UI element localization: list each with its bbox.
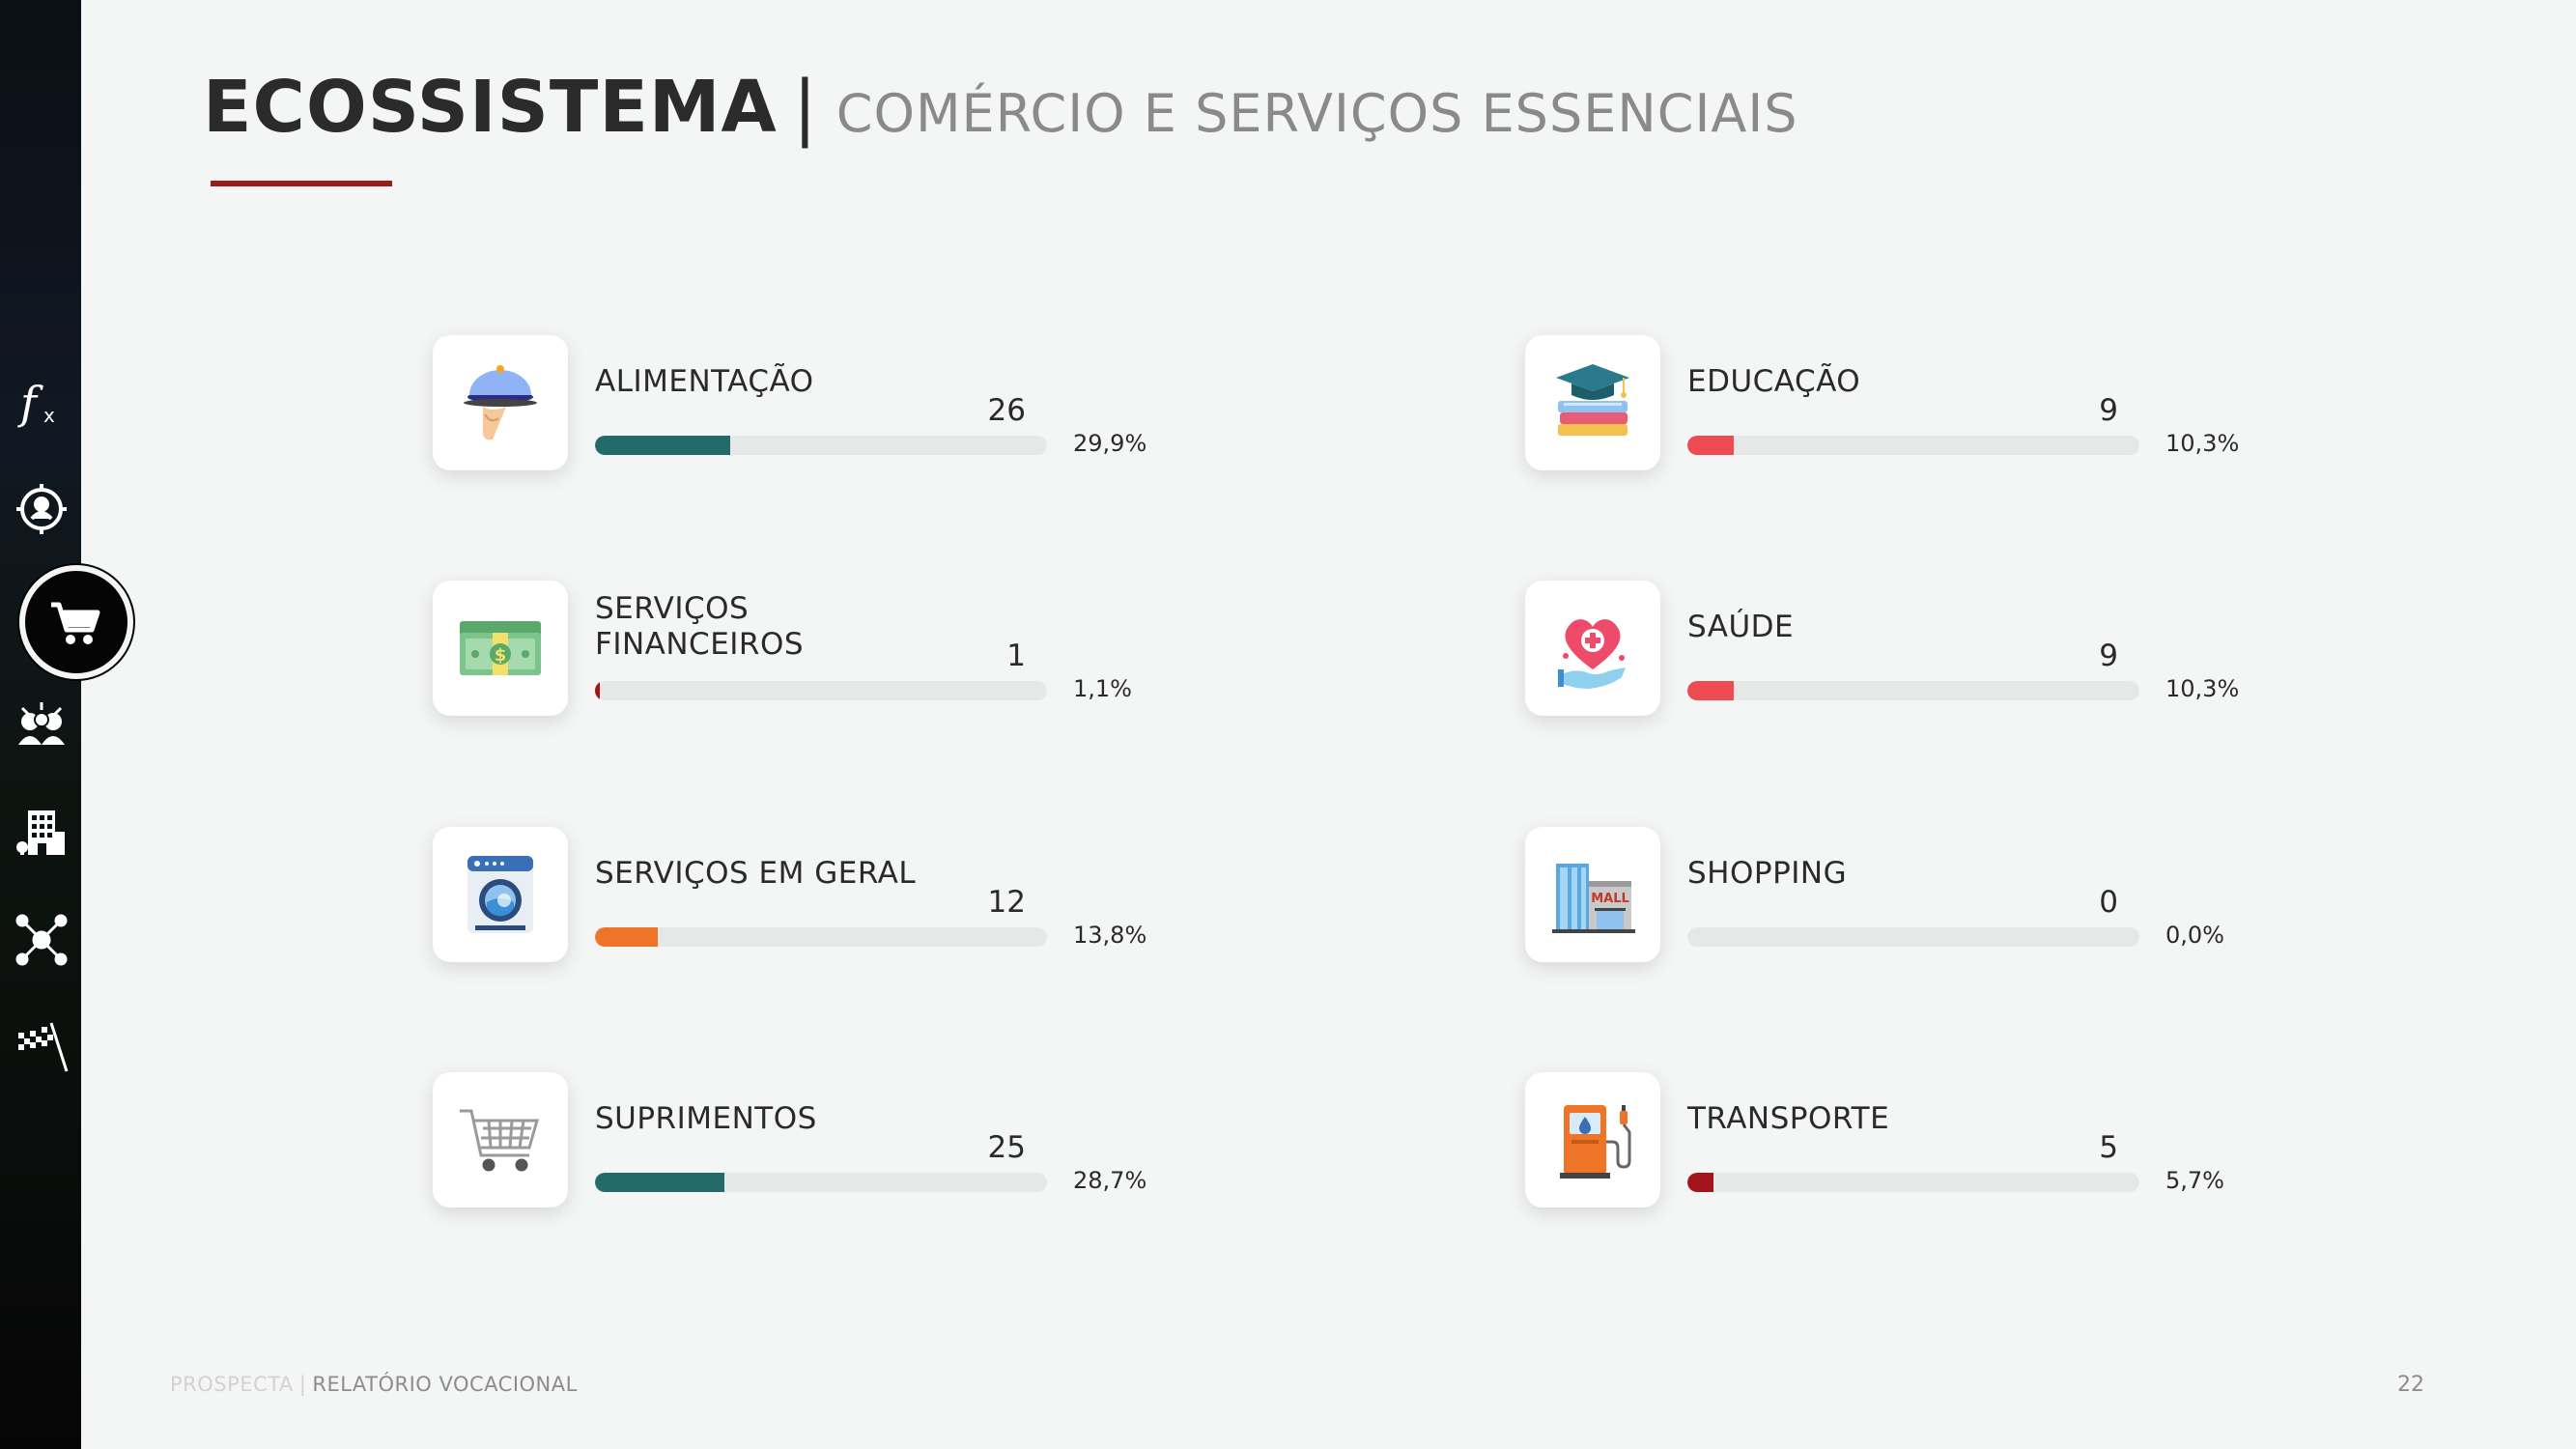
title-underline — [211, 181, 392, 186]
building-icon[interactable] — [8, 798, 75, 866]
sidebar: fx — [0, 0, 81, 1449]
fuel-pump-icon — [1525, 1072, 1660, 1208]
category-saude: SAÚDE 9 10,3% — [1525, 581, 2259, 716]
footer: PROSPECTA | RELATÓRIO VOCACIONAL — [170, 1373, 578, 1396]
svg-text:$: $ — [495, 645, 507, 666]
category-count: 1 — [1006, 639, 1026, 673]
category-bar-fill — [595, 681, 601, 700]
category-percent: 0,0% — [2166, 922, 2224, 949]
health-heart-icon — [1525, 581, 1660, 716]
category-bar-fill — [595, 927, 658, 947]
category-count: 12 — [987, 885, 1026, 920]
category-count: 5 — [2099, 1130, 2118, 1165]
network-icon[interactable] — [8, 906, 75, 974]
category-servicos-em-geral: SERVIÇOS EM GERAL 12 13,8% — [433, 827, 1167, 962]
mall-icon: MALL — [1525, 827, 1660, 962]
category-bar — [595, 436, 1047, 455]
svg-text:MALL: MALL — [1591, 892, 1629, 906]
footer-report: RELATÓRIO VOCACIONAL — [312, 1373, 578, 1396]
category-transporte: TRANSPORTE 5 5,7% — [1525, 1072, 2259, 1208]
category-count: 9 — [2099, 639, 2118, 673]
category-bar-fill — [1687, 681, 1735, 700]
svg-text:f: f — [17, 377, 43, 429]
category-bar — [1687, 681, 2139, 700]
page-number: 22 — [2397, 1373, 2424, 1397]
person-target-icon[interactable] — [8, 475, 75, 543]
washing-machine-icon — [433, 827, 568, 962]
category-count: 26 — [987, 393, 1026, 428]
page-title: ECOSSISTEMA | COMÉRCIO E SERVIÇOS ESSENC… — [203, 66, 1798, 149]
title-subtitle: COMÉRCIO E SERVIÇOS ESSENCIAIS — [835, 83, 1798, 144]
finish-flag-icon[interactable] — [8, 1012, 75, 1080]
category-percent: 10,3% — [2166, 430, 2240, 457]
footer-brand: PROSPECTA — [170, 1373, 294, 1396]
category-servicos-financeiros: $ SERVIÇOS FINANCEIROS 1 1,1% — [433, 581, 1167, 716]
category-percent: 29,9% — [1073, 430, 1147, 457]
category-bar-fill — [1687, 1173, 1713, 1192]
cart-icon[interactable] — [19, 565, 133, 679]
category-bar — [1687, 1173, 2139, 1192]
category-shopping: MALL SHOPPING 0 0,0% — [1525, 827, 2259, 962]
category-count: 0 — [2099, 885, 2118, 920]
title-separator: | — [792, 66, 817, 149]
money-icon: $ — [433, 581, 568, 716]
category-count: 9 — [2099, 393, 2118, 428]
category-percent: 28,7% — [1073, 1167, 1147, 1194]
category-bar — [595, 927, 1047, 947]
category-bar — [1687, 436, 2139, 455]
category-bar-fill — [595, 1173, 725, 1192]
category-bar — [1687, 927, 2139, 947]
category-percent: 10,3% — [2166, 675, 2240, 702]
category-bar-fill — [1687, 436, 1735, 455]
svg-text:x: x — [43, 404, 55, 427]
shopping-cart-icon — [433, 1072, 568, 1208]
category-suprimentos: SUPRIMENTOS 25 28,7% — [433, 1072, 1167, 1208]
footer-separator: | — [298, 1373, 307, 1396]
category-percent: 13,8% — [1073, 922, 1147, 949]
category-label-line1: SERVIÇOS — [595, 591, 750, 626]
category-count: 25 — [987, 1130, 1026, 1165]
category-bar-fill — [595, 436, 730, 455]
graduation-icon — [1525, 335, 1660, 470]
title-main: ECOSSISTEMA — [203, 66, 778, 149]
category-bar — [595, 681, 1047, 700]
function-icon[interactable]: fx — [8, 369, 75, 437]
category-educacao: EDUCAÇÃO 9 10,3% — [1525, 335, 2259, 470]
category-percent: 1,1% — [1073, 675, 1132, 702]
category-bar — [595, 1173, 1047, 1192]
group-icon[interactable] — [8, 690, 75, 757]
cloche-icon — [433, 335, 568, 470]
category-alimentacao: ALIMENTAÇÃO 26 29,9% — [433, 335, 1167, 470]
category-percent: 5,7% — [2166, 1167, 2224, 1194]
